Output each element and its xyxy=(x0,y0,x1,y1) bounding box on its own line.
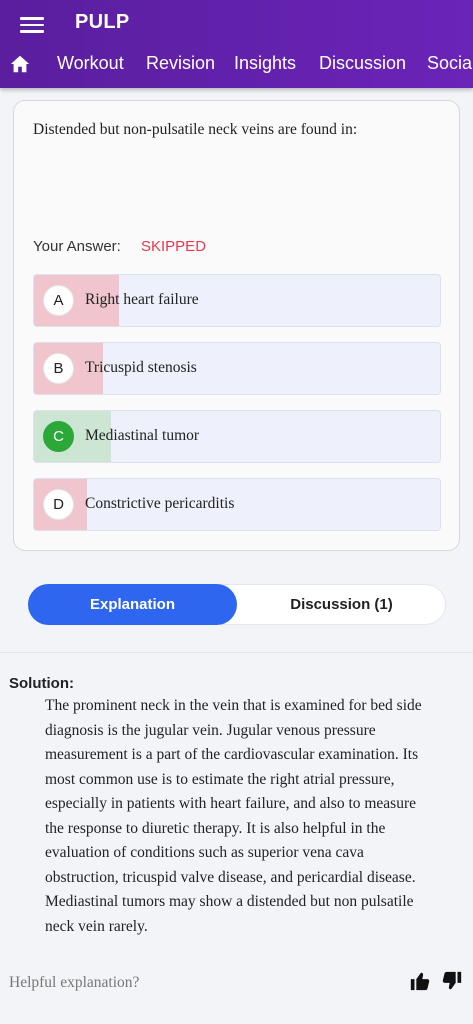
tab-revision[interactable]: Revision xyxy=(146,53,215,74)
option-letter-correct: C xyxy=(43,421,74,452)
tab-workout[interactable]: Workout xyxy=(57,53,124,74)
tab-insights[interactable]: Insights xyxy=(234,53,296,74)
thumbs-down-icon[interactable] xyxy=(441,970,463,992)
nav-tabs: Workout Revision Insights Discussion Soc… xyxy=(0,44,473,84)
option-text: Tricuspid stenosis xyxy=(85,359,197,376)
hamburger-menu-icon[interactable] xyxy=(20,14,44,34)
solution-body: The prominent neck in the vein that is e… xyxy=(45,694,460,939)
solution-heading: Solution: xyxy=(9,675,74,692)
option-a[interactable]: A Right heart failure xyxy=(33,274,441,327)
solution-line: The prominent neck in the vein that is e… xyxy=(45,697,422,714)
explanation-tab[interactable]: Explanation xyxy=(28,584,237,625)
solution-line: Mediastinal tumors may show a distended … xyxy=(45,893,414,910)
question-text: Distended but non-pulsatile neck veins a… xyxy=(33,121,358,138)
solution-line: neck vein rarely. xyxy=(45,917,148,935)
option-d[interactable]: D Constrictive pericarditis xyxy=(33,478,441,531)
app-bar: PULP Workout Revision Insights Discussio… xyxy=(0,0,473,88)
tab-discussion[interactable]: Discussion xyxy=(319,53,406,74)
tab-social[interactable]: Social xyxy=(427,53,473,74)
option-letter: D xyxy=(43,489,74,520)
discussion-tab[interactable]: Discussion (1) xyxy=(237,584,446,625)
option-letter: A xyxy=(43,285,74,316)
feedback-bar: Helpful explanation? xyxy=(0,952,473,1012)
option-letter: B xyxy=(43,353,74,384)
question-card: Distended but non-pulsatile neck veins a… xyxy=(13,100,460,551)
solution-line: obstruction, tricuspid valve disease, an… xyxy=(45,868,416,886)
option-text: Right heart failure xyxy=(85,291,199,308)
home-icon[interactable] xyxy=(9,53,31,75)
solution-line: measurement is a part of the cardiovascu… xyxy=(45,746,419,763)
solution-line: especially in patients with heart failur… xyxy=(45,795,417,812)
solution-line: the response to diuretic therapy. It is … xyxy=(45,819,386,837)
option-b[interactable]: B Tricuspid stenosis xyxy=(33,342,441,395)
option-text: Mediastinal tumor xyxy=(85,427,200,444)
helpful-label: Helpful explanation? xyxy=(9,974,140,991)
option-text: Constrictive pericarditis xyxy=(85,495,235,512)
your-answer-label: Your Answer: xyxy=(33,238,121,255)
explanation-discussion-toggle: Explanation Discussion (1) xyxy=(28,584,446,625)
thumbs-up-icon[interactable] xyxy=(409,970,431,992)
solution-line: evaluation of conditions such as superio… xyxy=(45,844,364,861)
divider xyxy=(0,652,473,653)
your-answer-value: SKIPPED xyxy=(141,238,207,255)
option-c[interactable]: C Mediastinal tumor xyxy=(33,410,441,463)
solution-line: diagnosis is the jugular vein. Jugular v… xyxy=(45,721,376,739)
app-title: PULP xyxy=(75,11,130,33)
solution-line: most common use is to estimate the right… xyxy=(45,770,395,788)
